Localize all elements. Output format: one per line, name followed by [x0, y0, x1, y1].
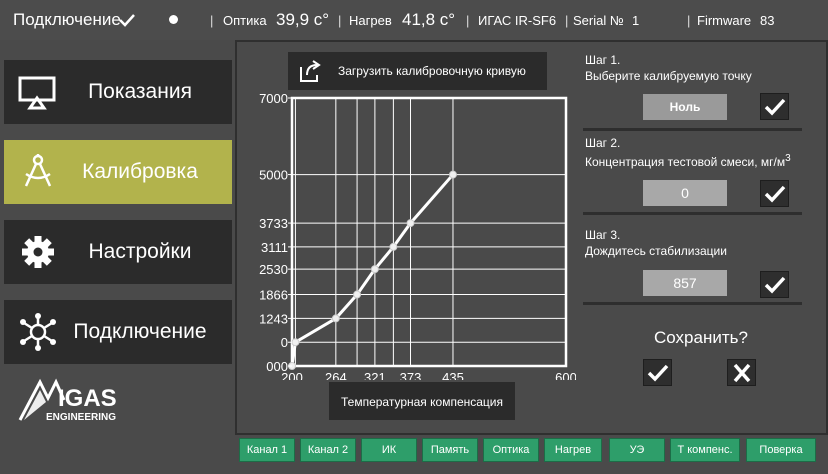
nav-readings-button[interactable]: Показания — [4, 60, 232, 124]
tab-channel1[interactable]: Канал 1 — [239, 438, 295, 462]
check-icon — [647, 364, 669, 382]
firmware-value: 83 — [760, 13, 775, 28]
calibration-chart: 000 0 1243 1866 2530 3111 3733 5000 7000 200 264 32… — [236, 90, 577, 385]
step3-heading: Шаг 3. — [585, 228, 621, 242]
nagrev-value: 41,8 c° — [402, 10, 456, 29]
close-icon — [733, 363, 751, 383]
step3-title: Шаг 3. Дождитесь стабилизации — [585, 227, 727, 259]
step2-concentration-input[interactable]: 0 — [643, 180, 727, 206]
save-cancel-button[interactable] — [727, 359, 756, 386]
connection-check-icon — [118, 13, 136, 32]
nagrev-label: Нагрев — [349, 13, 392, 28]
tab-ir[interactable]: ИК — [361, 438, 417, 462]
temp-compensation-button[interactable]: Температурная компенсация — [329, 382, 515, 420]
temp-compensation-label: Температурная компенсация — [341, 395, 503, 409]
tab-verification[interactable]: Поверка — [746, 438, 816, 462]
igas-logo: IGAS ENGINEERING — [18, 376, 130, 424]
load-curve-button[interactable]: Загрузить калибровочную кривую — [288, 52, 547, 90]
y-tick-label: 7000 — [259, 91, 288, 106]
connection-label: Подключение — [13, 10, 121, 29]
separator: | — [466, 13, 470, 28]
save-confirm-button[interactable] — [643, 359, 672, 386]
activity-dot-icon — [169, 15, 178, 24]
divider — [583, 212, 802, 215]
y-tick-label: 0 — [281, 335, 288, 350]
separator: | — [210, 13, 214, 28]
data-point — [389, 242, 398, 251]
step2-unit-sup: 3 — [785, 153, 791, 164]
step2-confirm-button[interactable] — [760, 180, 789, 207]
tab-heating[interactable]: Нагрев — [544, 438, 602, 462]
step2-heading: Шаг 2. — [585, 136, 621, 150]
nav-settings-button[interactable]: Настройки — [4, 220, 232, 284]
y-tick-label: 1866 — [259, 288, 288, 303]
device-name: ИГАС IR-SF6 — [478, 13, 557, 28]
data-point — [448, 170, 457, 179]
step2-title: Шаг 2. Концентрация тестовой смеси, мг/м… — [585, 135, 791, 170]
data-point — [406, 219, 415, 228]
y-tick-label: 2530 — [259, 262, 288, 277]
nav-connection-button[interactable]: Подключение — [4, 300, 232, 364]
data-point — [370, 265, 379, 274]
check-icon — [764, 98, 786, 116]
step3-desc: Дождитесь стабилизации — [585, 244, 727, 258]
x-tick-label: 600 — [555, 370, 576, 380]
nav-connection-label: Подключение — [73, 320, 207, 343]
y-tick-label: 3111 — [261, 240, 288, 255]
status-bar: Подключение | Оптика 39,9 c° | Нагрев 41… — [0, 0, 828, 40]
x-tick-label: 264 — [325, 370, 347, 380]
tab-memory[interactable]: Память — [422, 438, 478, 462]
step1-desc: Выберите калибруемую точку — [585, 69, 752, 83]
export-icon — [300, 60, 321, 82]
step1-point-select[interactable]: Ноль — [643, 94, 727, 120]
optika-label: Оптика — [223, 13, 267, 28]
step3-stabilization-value: 857 — [643, 270, 727, 296]
step1-heading: Шаг 1. — [585, 53, 621, 67]
y-tick-label: 3733 — [259, 216, 288, 231]
separator: | — [565, 13, 569, 28]
step3-confirm-button[interactable] — [760, 271, 789, 298]
serial-value: 1 — [632, 13, 640, 28]
tab-ue[interactable]: УЭ — [609, 438, 665, 462]
separator: | — [338, 13, 342, 28]
save-title: Сохранить? — [654, 328, 748, 347]
logo-subtext: ENGINEERING — [46, 412, 116, 423]
y-tick-label: 1243 — [259, 311, 288, 326]
tab-channel2[interactable]: Канал 2 — [300, 438, 356, 462]
nav-calibration-button[interactable]: Калибровка — [4, 140, 232, 204]
step2-desc: Концентрация тестовой смеси, мг/м — [585, 155, 786, 169]
check-icon — [764, 185, 786, 203]
load-curve-label: Загрузить калибровочную кривую — [338, 64, 526, 78]
nav-readings-label: Показания — [88, 80, 192, 103]
x-tick-label: 435 — [442, 370, 464, 380]
x-tick-label: 373 — [400, 370, 422, 380]
tab-temp-comp[interactable]: Т компенс. — [670, 438, 740, 462]
plot-frame — [290, 96, 568, 368]
check-icon — [764, 276, 786, 294]
divider — [583, 302, 802, 305]
nav-calibration-label: Калибровка — [82, 160, 198, 183]
step1-title: Шаг 1. Выберите калибруемую точку — [585, 52, 752, 84]
separator: | — [687, 13, 691, 28]
data-point — [291, 338, 300, 347]
y-tick-label: 5000 — [259, 168, 288, 183]
data-point — [353, 290, 362, 299]
optika-value: 39,9 c° — [276, 10, 330, 29]
tab-optics[interactable]: Оптика — [483, 438, 539, 462]
firmware-label: Firmware — [697, 13, 752, 28]
logo-text: IGAS — [58, 385, 117, 412]
x-tick-label: 321 — [364, 370, 386, 380]
nav-settings-label: Настройки — [88, 240, 192, 263]
divider — [583, 128, 802, 131]
serial-label: Serial № — [573, 13, 624, 28]
data-point — [331, 314, 340, 323]
x-tick-label: 200 — [281, 370, 303, 380]
step1-confirm-button[interactable] — [760, 93, 789, 120]
